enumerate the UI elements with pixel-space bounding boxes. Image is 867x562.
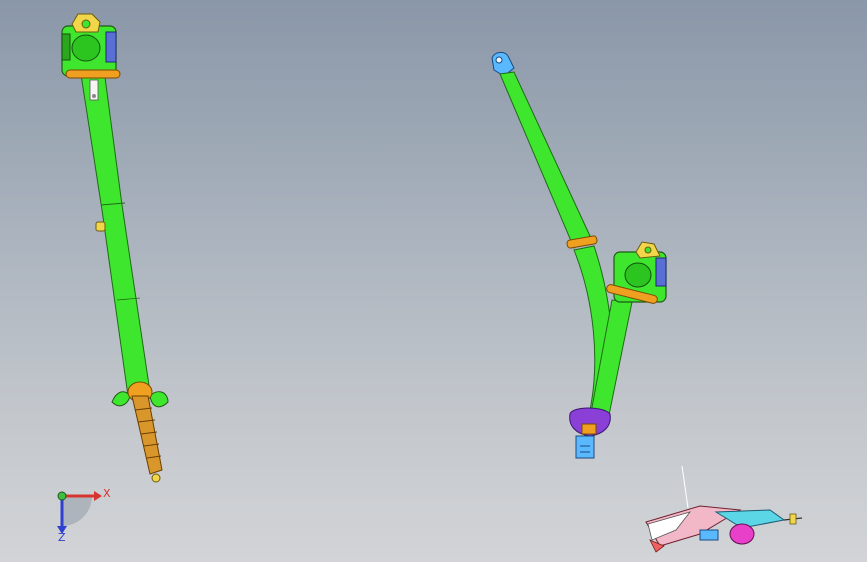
lower-right-seat-component[interactable] <box>645 465 803 553</box>
z-axis-label: Z <box>58 531 66 544</box>
left-webbing-strap[interactable] <box>79 67 151 397</box>
view-orientation-triad: X Z <box>48 482 118 546</box>
left-retractor[interactable] <box>61 13 121 101</box>
x-axis-label: X <box>103 487 111 500</box>
left-orange-guide <box>65 69 121 79</box>
right-retractor[interactable] <box>606 241 667 304</box>
cad-graphics-viewport[interactable]: X Z <box>0 0 867 562</box>
seatbelt-assembly-model[interactable] <box>0 0 867 562</box>
left-strap-clip[interactable] <box>95 221 106 232</box>
left-seatbelt-assembly[interactable] <box>61 13 169 483</box>
right-seatbelt-assembly[interactable] <box>491 51 667 459</box>
left-buckle-stalk[interactable] <box>111 381 169 483</box>
right-upper-webbing[interactable] <box>499 71 591 249</box>
right-buckle[interactable] <box>569 407 611 459</box>
